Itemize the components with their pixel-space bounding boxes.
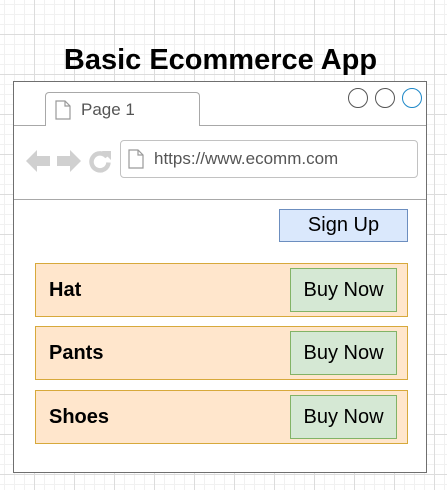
product-name: Pants [49, 342, 104, 364]
product-name: Shoes [49, 406, 110, 428]
toolbar-divider [14, 199, 426, 200]
close-icon[interactable] [402, 88, 422, 108]
browser-window: Page 1 https://www.ecomm.com Sign Up Hat… [13, 81, 427, 473]
buy-now-button[interactable]: Buy Now [290, 268, 397, 312]
product-row-hat: Hat Buy Now [35, 263, 408, 317]
url-text: https://www.ecomm.com [154, 149, 339, 168]
product-row-pants: Pants Buy Now [35, 326, 408, 380]
tab-page-1[interactable]: Page 1 [45, 92, 200, 126]
document-icon [55, 100, 71, 120]
back-arrow-icon[interactable] [25, 149, 51, 173]
product-name: Hat [49, 279, 82, 301]
buy-now-button[interactable]: Buy Now [290, 395, 397, 439]
tab-label: Page 1 [81, 100, 135, 119]
window-controls [348, 88, 428, 112]
sign-up-button[interactable]: Sign Up [279, 209, 408, 242]
reload-icon[interactable] [88, 149, 112, 173]
maximize-icon[interactable] [375, 88, 395, 108]
product-row-shoes: Shoes Buy Now [35, 390, 408, 444]
address-bar[interactable]: https://www.ecomm.com [120, 140, 418, 178]
buy-now-button[interactable]: Buy Now [290, 331, 397, 375]
forward-arrow-icon[interactable] [56, 149, 82, 173]
page-icon [128, 149, 144, 169]
diagram-title: Basic Ecommerce App [63, 44, 378, 76]
minimize-icon[interactable] [348, 88, 368, 108]
